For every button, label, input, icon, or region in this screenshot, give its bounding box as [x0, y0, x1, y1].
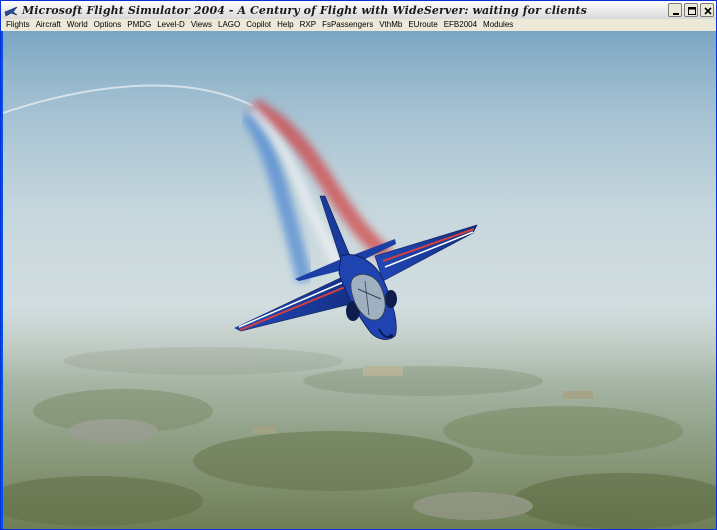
menu-level-d[interactable]: Level-D — [154, 19, 188, 31]
menu-fspassengers[interactable]: FsPassengers — [319, 19, 376, 31]
menu-bar: Flights Aircraft World Options PMDG Leve… — [1, 19, 716, 31]
menu-copilot[interactable]: Copilot — [243, 19, 274, 31]
close-icon — [704, 7, 712, 15]
menu-aircraft[interactable]: Aircraft — [33, 19, 64, 31]
menu-euroute[interactable]: EUroute — [405, 19, 440, 31]
menu-world[interactable]: World — [64, 19, 91, 31]
menu-vthmb[interactable]: VthMb — [376, 19, 405, 31]
minimize-button[interactable] — [668, 3, 682, 17]
title-bar[interactable]: Microsoft Flight Simulator 2004 - A Cent… — [1, 1, 716, 19]
menu-lago[interactable]: LAGO — [215, 19, 243, 31]
menu-views[interactable]: Views — [188, 19, 215, 31]
simulator-viewport[interactable] — [3, 31, 716, 529]
menu-pmdg[interactable]: PMDG — [124, 19, 154, 31]
caption-buttons — [668, 3, 714, 17]
menu-options[interactable]: Options — [91, 19, 125, 31]
maximize-button[interactable] — [684, 3, 698, 17]
minimize-icon — [673, 13, 679, 15]
flight-sim-icon[interactable] — [4, 3, 18, 17]
menu-efb2004[interactable]: EFB2004 — [441, 19, 480, 31]
app-window: Microsoft Flight Simulator 2004 - A Cent… — [0, 0, 717, 530]
maximize-icon — [688, 7, 696, 15]
menu-modules[interactable]: Modules — [480, 19, 516, 31]
close-button[interactable] — [700, 3, 714, 17]
menu-rxp[interactable]: RXP — [297, 19, 319, 31]
flight-scene — [3, 31, 716, 529]
menu-flights[interactable]: Flights — [3, 19, 33, 31]
window-title: Microsoft Flight Simulator 2004 - A Cent… — [22, 3, 587, 17]
menu-help[interactable]: Help — [274, 19, 296, 31]
